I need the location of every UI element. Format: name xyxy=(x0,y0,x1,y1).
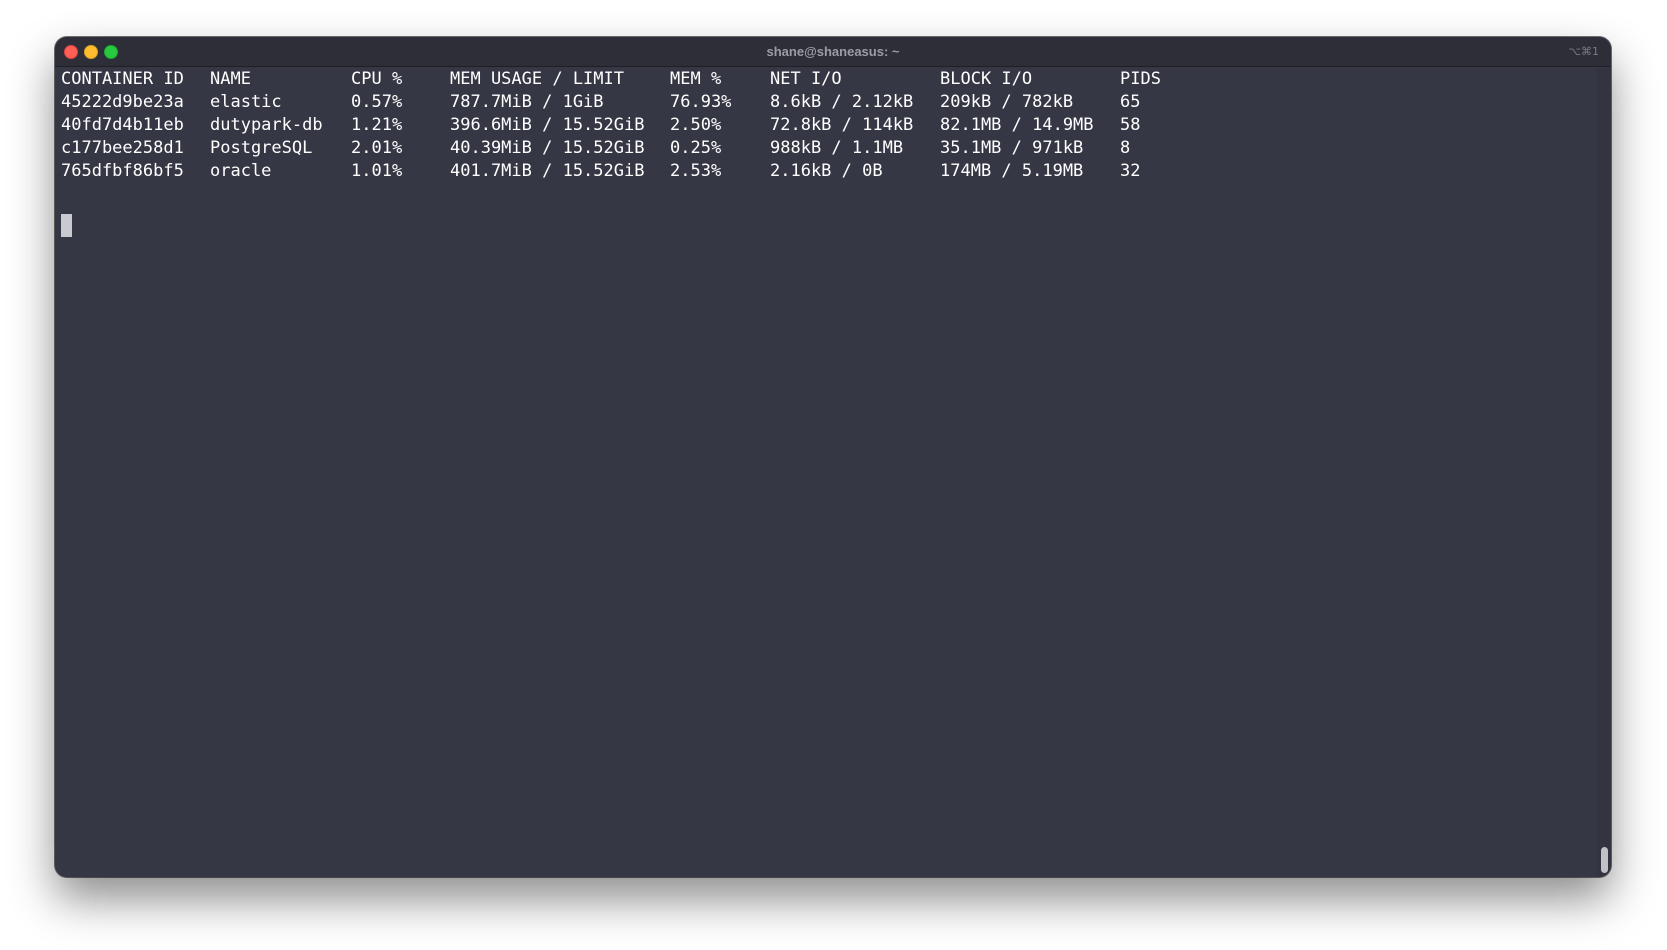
block-io: 209kB / 782kB xyxy=(940,92,1074,112)
container-id: 45222d9be23a xyxy=(61,92,184,112)
pids: 65 xyxy=(1120,92,1141,112)
title-bar[interactable]: shane@shaneasus: ~ ⌥⌘1 xyxy=(55,37,1611,67)
container-name: dutypark-db xyxy=(210,115,323,135)
cpu-percent: 1.21% xyxy=(351,115,403,135)
terminal-output[interactable]: CONTAINER ID NAME CPU % MEM USAGE / LIMI… xyxy=(61,68,1591,877)
net-io: 988kB / 1.1MB xyxy=(770,138,904,158)
container-name: elastic xyxy=(210,92,282,112)
pids: 8 xyxy=(1120,138,1131,158)
table-row: 45222d9be23a elastic 0.57% 787.7MiB / 1G… xyxy=(61,91,1591,114)
container-id: 765dfbf86bf5 xyxy=(61,161,184,181)
block-io: 35.1MB / 971kB xyxy=(940,138,1084,158)
mem-percent: 0.25% xyxy=(670,138,722,158)
header-pids: PIDS xyxy=(1120,69,1161,89)
net-io: 72.8kB / 114kB xyxy=(770,115,914,135)
header-cpu: CPU % xyxy=(351,69,403,89)
net-io: 2.16kB / 0B xyxy=(770,161,883,181)
pids: 58 xyxy=(1120,115,1141,135)
cpu-percent: 1.01% xyxy=(351,161,403,181)
table-row: 765dfbf86bf5 oracle 1.01% 401.7MiB / 15.… xyxy=(61,160,1591,183)
mem-usage: 40.39MiB / 15.52GiB xyxy=(450,138,645,158)
mem-percent: 2.50% xyxy=(670,115,722,135)
cpu-percent: 2.01% xyxy=(351,138,403,158)
block-io: 82.1MB / 14.9MB xyxy=(940,115,1094,135)
scrollbar-thumb[interactable] xyxy=(1601,847,1608,873)
header-net-io: NET I/O xyxy=(770,69,842,89)
terminal-window: shane@shaneasus: ~ ⌥⌘1 CONTAINER ID NAME… xyxy=(55,37,1611,877)
mem-usage: 396.6MiB / 15.52GiB xyxy=(450,115,645,135)
container-id: 40fd7d4b11eb xyxy=(61,115,184,135)
table-header-row: CONTAINER ID NAME CPU % MEM USAGE / LIMI… xyxy=(61,68,1591,91)
pids: 32 xyxy=(1120,161,1141,181)
net-io: 8.6kB / 2.12kB xyxy=(770,92,914,112)
container-name: oracle xyxy=(210,161,272,181)
mem-usage: 787.7MiB / 1GiB xyxy=(450,92,604,112)
table-row: 40fd7d4b11eb dutypark-db 1.21% 396.6MiB … xyxy=(61,114,1591,137)
mem-percent: 2.53% xyxy=(670,161,722,181)
container-id: c177bee258d1 xyxy=(61,138,184,158)
window-title: shane@shaneasus: ~ xyxy=(766,44,900,59)
header-container-id: CONTAINER ID xyxy=(61,69,184,89)
table-row: c177bee258d1 PostgreSQL 2.01% 40.39MiB /… xyxy=(61,137,1591,160)
container-name: PostgreSQL xyxy=(210,138,313,158)
header-block-io: BLOCK I/O xyxy=(940,69,1033,89)
block-io: 174MB / 5.19MB xyxy=(940,161,1084,181)
cpu-percent: 0.57% xyxy=(351,92,403,112)
header-mem-percent: MEM % xyxy=(670,69,722,89)
scrollbar[interactable] xyxy=(1597,68,1611,877)
header-mem-usage: MEM USAGE / LIMIT xyxy=(450,69,624,89)
header-name: NAME xyxy=(210,69,251,89)
tab-shortcut: ⌥⌘1 xyxy=(1568,45,1599,58)
text-cursor xyxy=(61,214,72,237)
mem-percent: 76.93% xyxy=(670,92,732,112)
mem-usage: 401.7MiB / 15.52GiB xyxy=(450,161,645,181)
